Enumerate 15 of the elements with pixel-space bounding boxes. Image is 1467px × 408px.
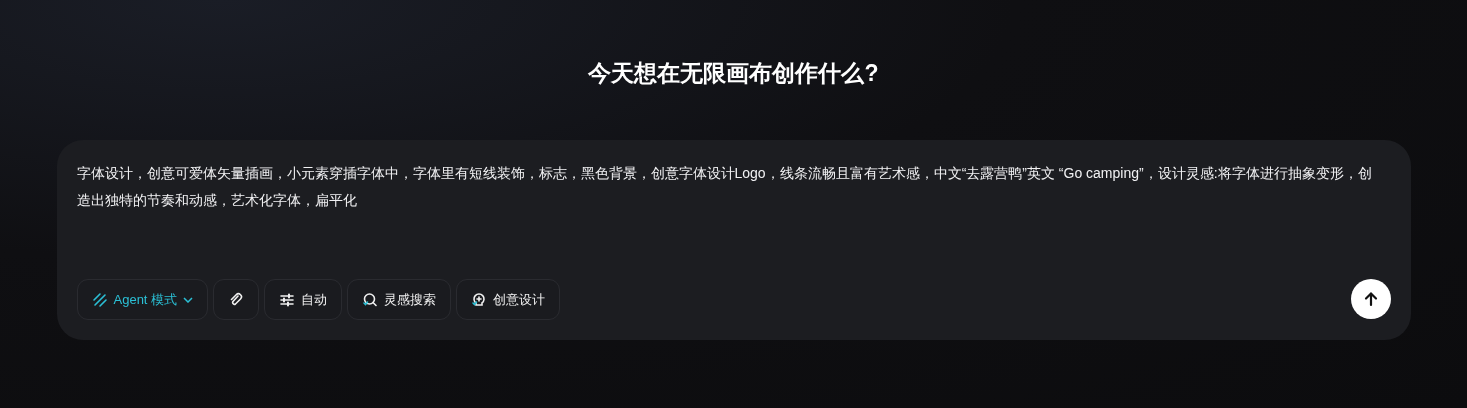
send-button[interactable] xyxy=(1350,279,1391,319)
attach-button[interactable] xyxy=(213,279,260,320)
sliders-icon xyxy=(279,291,296,308)
paperclip-icon xyxy=(228,291,245,308)
slashes-icon xyxy=(91,291,108,308)
option-button[interactable]: 灵感搜索 xyxy=(347,279,452,320)
arrow-up-icon xyxy=(1362,291,1379,307)
mode-dropdown[interactable]: Agent 模式 xyxy=(76,279,209,320)
search-icon xyxy=(362,291,379,308)
option-button[interactable]: 自动 xyxy=(264,279,343,320)
prompt-field[interactable]: 字体设计，创意可爱体矢量插画，小元素穿插字体中，字体里有短线装饰，标志，黑色背景，创意字体设计Logo，线条流畅且富有艺术感，中文“去露营鸭”英文 “Go camping”，设计灵感:将字体进行抽象变形，创造出独特的节奏和动感，艺术化字体，扁平化 xyxy=(76,160,1391,214)
chevron-down-icon xyxy=(183,296,194,303)
option-button[interactable]: 创意设计 xyxy=(456,279,561,320)
page-heading: 今天想在无限画布创作什么? xyxy=(588,59,879,88)
lightbulb-icon xyxy=(471,291,488,308)
